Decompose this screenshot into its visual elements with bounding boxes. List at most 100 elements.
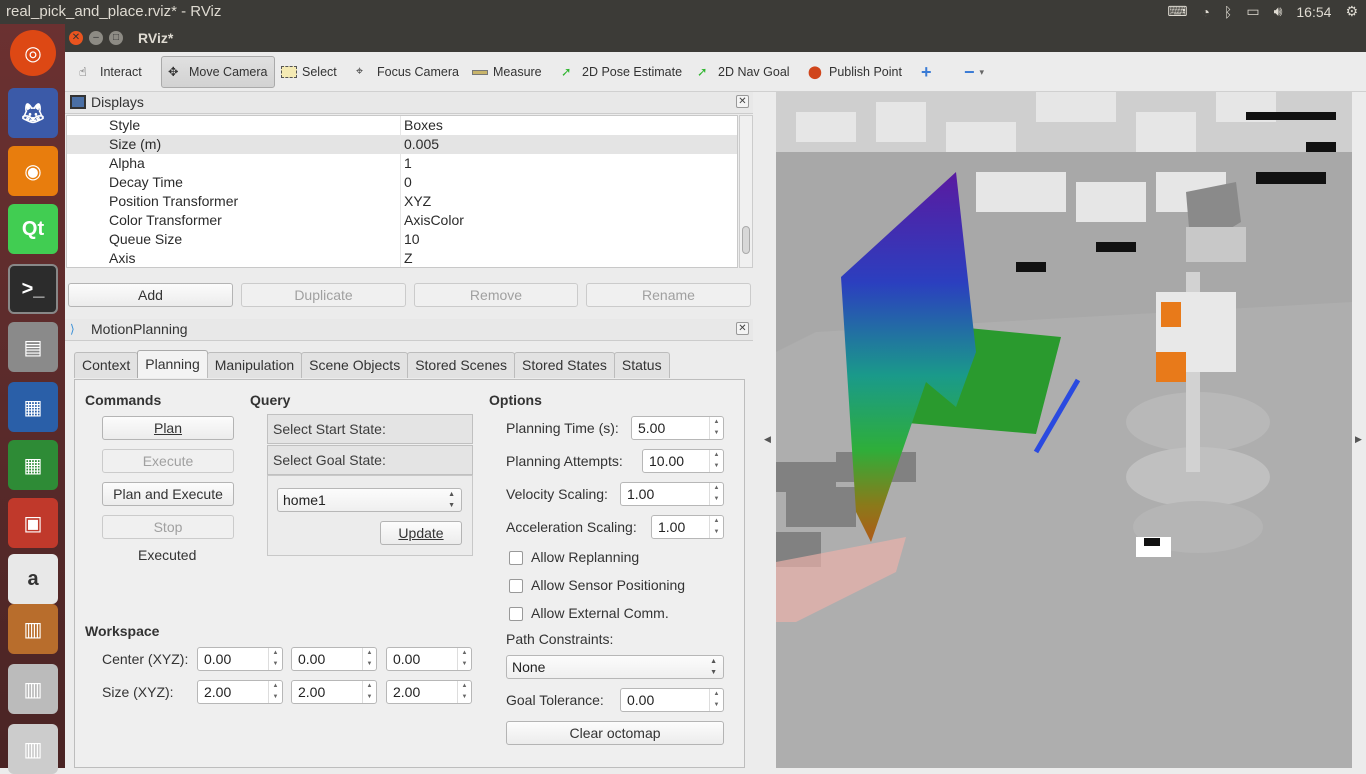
- maximize-icon[interactable]: □: [109, 31, 123, 45]
- size-y-field[interactable]: 2.00 ▲ ▼: [291, 680, 377, 704]
- allow-replanning-label[interactable]: Allow Replanning: [531, 549, 639, 565]
- allow-external-comm-checkbox[interactable]: [509, 607, 523, 621]
- qt-creator-icon[interactable]: Qt: [8, 204, 58, 254]
- plan-button[interactable]: Plan: [102, 416, 234, 440]
- ubuntu-icon[interactable]: ◎: [10, 30, 56, 76]
- properties-scrollbar[interactable]: [739, 115, 753, 268]
- velocity-scaling-field[interactable]: 1.00 ▲ ▼: [620, 482, 724, 506]
- select-goal-state[interactable]: Select Goal State:: [267, 445, 473, 475]
- property-row[interactable]: Size (m) 0.005: [67, 135, 737, 154]
- property-row[interactable]: Style Boxes: [67, 116, 737, 135]
- spinner-arrows-icon[interactable]: ▲ ▼: [709, 450, 723, 472]
- rename-display-button[interactable]: Rename: [586, 283, 751, 307]
- 3d-render-view[interactable]: [776, 92, 1352, 768]
- move-camera-button[interactable]: ✥ Move Camera: [161, 56, 275, 88]
- acceleration-scaling-field[interactable]: 1.00 ▲ ▼: [651, 515, 724, 539]
- tab-context[interactable]: Context: [74, 352, 139, 378]
- allow-sensor-positioning-label[interactable]: Allow Sensor Positioning: [531, 577, 685, 593]
- publish-point-button[interactable]: ⬤ Publish Point: [802, 56, 908, 88]
- measure-button[interactable]: Measure: [466, 56, 548, 88]
- tab-scene-objects[interactable]: Scene Objects: [301, 352, 409, 378]
- property-row[interactable]: Axis Z: [67, 249, 737, 267]
- amazon-icon[interactable]: a: [8, 554, 58, 604]
- wifi-icon[interactable]: ◔: [1201, 4, 1209, 20]
- property-row[interactable]: Decay Time 0: [67, 173, 737, 192]
- impress-icon[interactable]: ▣: [8, 498, 58, 548]
- close-icon[interactable]: ✕: [69, 31, 83, 45]
- right-panel-edge[interactable]: ▶: [1352, 92, 1366, 768]
- spinner-arrows-icon[interactable]: ▲ ▼: [709, 483, 723, 505]
- plan-and-execute-button[interactable]: Plan and Execute: [102, 482, 234, 506]
- expand-right-icon[interactable]: ▶: [1355, 434, 1362, 445]
- remove-tool-icon[interactable]: − ▾: [958, 56, 990, 88]
- planning-time-field[interactable]: 5.00 ▲ ▼: [631, 416, 724, 440]
- property-row[interactable]: Queue Size 10: [67, 230, 737, 249]
- remove-display-button[interactable]: Remove: [414, 283, 578, 307]
- stacked-windows-icon-2[interactable]: ▥: [8, 664, 58, 714]
- minimize-icon[interactable]: –: [89, 31, 103, 45]
- select-button[interactable]: Select: [275, 56, 343, 88]
- scrollbar-thumb[interactable]: [742, 226, 750, 254]
- allow-sensor-positioning-checkbox[interactable]: [509, 579, 523, 593]
- center-x-field[interactable]: 0.00 ▲ ▼: [197, 647, 283, 671]
- size-z-field[interactable]: 2.00 ▲ ▼: [386, 680, 472, 704]
- gear-icon[interactable]: ⚙: [1345, 3, 1358, 20]
- size-x-field[interactable]: 2.00 ▲ ▼: [197, 680, 283, 704]
- goal-tolerance-field[interactable]: 0.00 ▲ ▼: [620, 688, 724, 712]
- stacked-windows-icon-3[interactable]: ▥: [8, 724, 58, 774]
- update-button[interactable]: Update: [380, 521, 462, 545]
- spinner-arrows-icon[interactable]: ▲ ▼: [709, 417, 723, 439]
- display-properties-tree[interactable]: Style Boxes Size (m) 0.005 Alpha 1 Decay Ti…: [66, 115, 738, 268]
- add-display-button[interactable]: Add: [68, 283, 233, 307]
- spinner-arrows-icon[interactable]: ▲ ▼: [268, 648, 282, 670]
- duplicate-display-button[interactable]: Duplicate: [241, 283, 406, 307]
- bluetooth-icon[interactable]: ᛒ: [1224, 4, 1232, 20]
- stop-button[interactable]: Stop: [102, 515, 234, 539]
- property-row[interactable]: Color Transformer AxisColor: [67, 211, 737, 230]
- spinner-arrows-icon[interactable]: ▲ ▼: [457, 648, 471, 670]
- tab-stored-scenes[interactable]: Stored Scenes: [407, 352, 516, 378]
- execute-button[interactable]: Execute: [102, 449, 234, 473]
- close-icon[interactable]: ✕: [736, 95, 749, 108]
- spinner-arrows-icon[interactable]: ▲ ▼: [709, 516, 723, 538]
- spinner-arrows-icon[interactable]: ▲ ▼: [362, 648, 376, 670]
- writer-icon[interactable]: ▦: [8, 382, 58, 432]
- center-z-field[interactable]: 0.00 ▲ ▼: [386, 647, 472, 671]
- collapse-left-icon[interactable]: ◀: [764, 434, 771, 445]
- file-manager-icon[interactable]: ▤: [8, 322, 58, 372]
- close-icon[interactable]: ✕: [736, 322, 749, 335]
- stacked-windows-icon[interactable]: ▥: [8, 604, 58, 654]
- add-tool-icon[interactable]: +: [915, 56, 938, 88]
- focus-camera-button[interactable]: ⌖ Focus Camera: [350, 56, 465, 88]
- center-y-field[interactable]: 0.00 ▲ ▼: [291, 647, 377, 671]
- path-constraints-select[interactable]: None ▲ ▼: [506, 655, 724, 679]
- clear-octomap-button[interactable]: Clear octomap: [506, 721, 724, 745]
- panel-splitter[interactable]: ◀: [754, 92, 776, 768]
- spinner-arrows-icon[interactable]: ▲ ▼: [709, 689, 723, 711]
- 2d-pose-estimate-button[interactable]: ➚ 2D Pose Estimate: [555, 56, 688, 88]
- calc-icon[interactable]: ▦: [8, 440, 58, 490]
- clock[interactable]: 16:54: [1296, 4, 1331, 20]
- allow-external-comm-label[interactable]: Allow External Comm.: [531, 605, 669, 621]
- tab-manipulation[interactable]: Manipulation: [206, 352, 303, 378]
- tab-stored-states[interactable]: Stored States: [514, 352, 615, 378]
- 2d-nav-goal-button[interactable]: ➚ 2D Nav Goal: [691, 56, 796, 88]
- select-start-state[interactable]: Select Start State:: [267, 414, 473, 444]
- interact-button[interactable]: ☝ Interact: [73, 56, 148, 88]
- spinner-arrows-icon[interactable]: ▲ ▼: [457, 681, 471, 703]
- property-row[interactable]: Alpha 1: [67, 154, 737, 173]
- battery-icon[interactable]: ▭: [1246, 3, 1259, 20]
- keyboard-icon[interactable]: ⌨: [1167, 3, 1187, 20]
- spinner-arrows-icon[interactable]: ▲ ▼: [268, 681, 282, 703]
- goal-state-select[interactable]: home1 ▲ ▼: [277, 488, 462, 512]
- planning-attempts-field[interactable]: 10.00 ▲ ▼: [642, 449, 724, 473]
- volume-icon[interactable]: 🔊︎: [1274, 3, 1283, 20]
- blender-icon[interactable]: ◉: [8, 146, 58, 196]
- tab-planning[interactable]: Planning: [137, 350, 208, 378]
- firefox-icon[interactable]: 🦊︎: [8, 88, 58, 138]
- terminal-icon[interactable]: >_: [8, 264, 58, 314]
- property-row[interactable]: Position Transformer XYZ: [67, 192, 737, 211]
- spinner-arrows-icon[interactable]: ▲ ▼: [362, 681, 376, 703]
- tab-status[interactable]: Status: [613, 352, 670, 378]
- allow-replanning-checkbox[interactable]: [509, 551, 523, 565]
